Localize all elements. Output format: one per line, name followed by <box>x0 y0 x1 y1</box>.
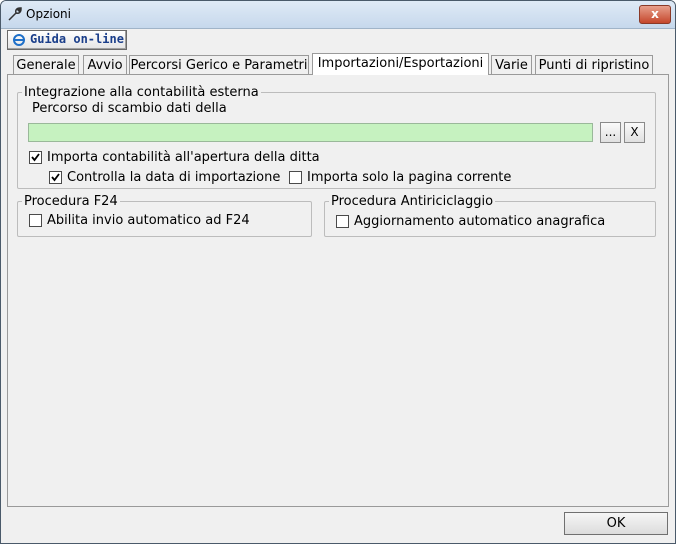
path-label: Percorso di scambio dati della <box>32 101 227 116</box>
checkmark-icon <box>51 173 60 182</box>
tab-punti-ripristino[interactable]: Punti di ripristino <box>535 55 653 74</box>
f24-auto-send-label: Abilita invio automatico ad F24 <box>47 213 250 228</box>
tab-generale[interactable]: Generale <box>13 55 79 74</box>
wrench-icon <box>7 6 23 22</box>
checkmark-icon <box>31 153 40 162</box>
import-on-open-checkbox[interactable]: Importa contabilità all'apertura della d… <box>29 150 349 166</box>
window-title: Opzioni <box>26 7 71 21</box>
checkbox-box <box>49 171 62 184</box>
anagrafica-auto-update-label: Aggiornamento automatico anagrafica <box>354 214 606 229</box>
tab-varie[interactable]: Varie <box>491 55 532 74</box>
checkbox-box <box>289 171 302 184</box>
title-bar: Opzioni x <box>1 1 675 29</box>
internet-explorer-icon <box>12 33 26 47</box>
ok-button[interactable]: OK <box>564 512 668 535</box>
checkbox-box <box>29 151 42 164</box>
f24-legend: Procedura F24 <box>24 194 118 209</box>
f24-auto-send-checkbox[interactable]: Abilita invio automatico ad F24 <box>29 213 279 229</box>
import-on-open-label: Importa contabilità all'apertura della d… <box>47 150 320 165</box>
help-online-button[interactable]: Guida on-line <box>7 30 127 50</box>
close-button[interactable]: x <box>639 5 671 24</box>
import-current-page-label: Importa solo la pagina corrente <box>307 170 512 185</box>
checkbox-box <box>29 214 42 227</box>
check-import-date-checkbox[interactable]: Controlla la data di importazione <box>49 170 281 186</box>
tab-importazioni-esportazioni[interactable]: Importazioni/Esportazioni <box>312 53 489 75</box>
help-online-label: Guida on-line <box>30 32 124 46</box>
browse-button[interactable]: ... <box>600 122 621 143</box>
integration-legend: Integrazione alla contabilità esterna <box>24 85 259 100</box>
tab-percorsi[interactable]: Percorsi Gerico e Parametri <box>129 55 309 74</box>
exchange-path-input[interactable] <box>28 123 593 142</box>
checkbox-box <box>336 215 349 228</box>
import-current-page-checkbox[interactable]: Importa solo la pagina corrente <box>289 170 519 186</box>
clear-path-button[interactable]: X <box>624 122 645 143</box>
options-window: Opzioni x Guida on-line Generale Avvio P… <box>0 0 676 544</box>
anagrafica-auto-update-checkbox[interactable]: Aggiornamento automatico anagrafica <box>336 214 636 230</box>
antiriciclaggio-legend: Procedura Antiriciclaggio <box>331 194 494 209</box>
tab-strip: Generale Avvio Percorsi Gerico e Paramet… <box>1 53 675 75</box>
check-import-date-label: Controlla la data di importazione <box>67 170 281 185</box>
tab-avvio[interactable]: Avvio <box>83 55 127 74</box>
